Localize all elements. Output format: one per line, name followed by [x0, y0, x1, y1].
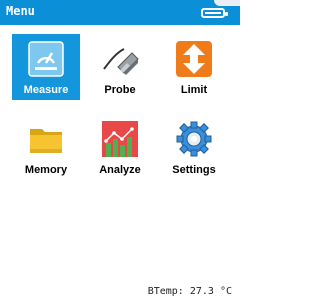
menu-item-limit[interactable]: Limit [160, 34, 228, 100]
menu-item-memory[interactable]: Memory [12, 114, 80, 180]
battery-temperature-readout: BTemp: 27.3 °C [147, 286, 232, 297]
corner-tab [214, 0, 240, 6]
menu-item-measure[interactable]: Measure [12, 34, 80, 100]
menu-item-label: Analyze [99, 164, 141, 176]
analyze-chart-icon [100, 119, 140, 159]
menu-item-label: Memory [24, 164, 68, 176]
page-title: Menu [6, 4, 35, 18]
probe-icon [100, 39, 140, 79]
menu-item-label: Measure [23, 84, 69, 96]
battery-full-icon [201, 8, 228, 18]
header-bar: Menu [0, 0, 240, 25]
limit-icon [174, 39, 214, 79]
memory-folder-icon [26, 119, 66, 159]
menu-item-analyze[interactable]: Analyze [86, 114, 154, 180]
menu-screen: Menu Measure Probe Limit Memory Analyze … [0, 0, 240, 304]
menu-item-probe[interactable]: Probe [86, 34, 154, 100]
menu-item-label: Probe [104, 84, 136, 96]
menu-item-settings[interactable]: Settings [160, 114, 228, 180]
menu-item-label: Limit [180, 84, 208, 96]
menu-item-label: Settings [172, 164, 216, 176]
settings-gear-icon [174, 119, 214, 159]
measure-icon [26, 39, 66, 79]
